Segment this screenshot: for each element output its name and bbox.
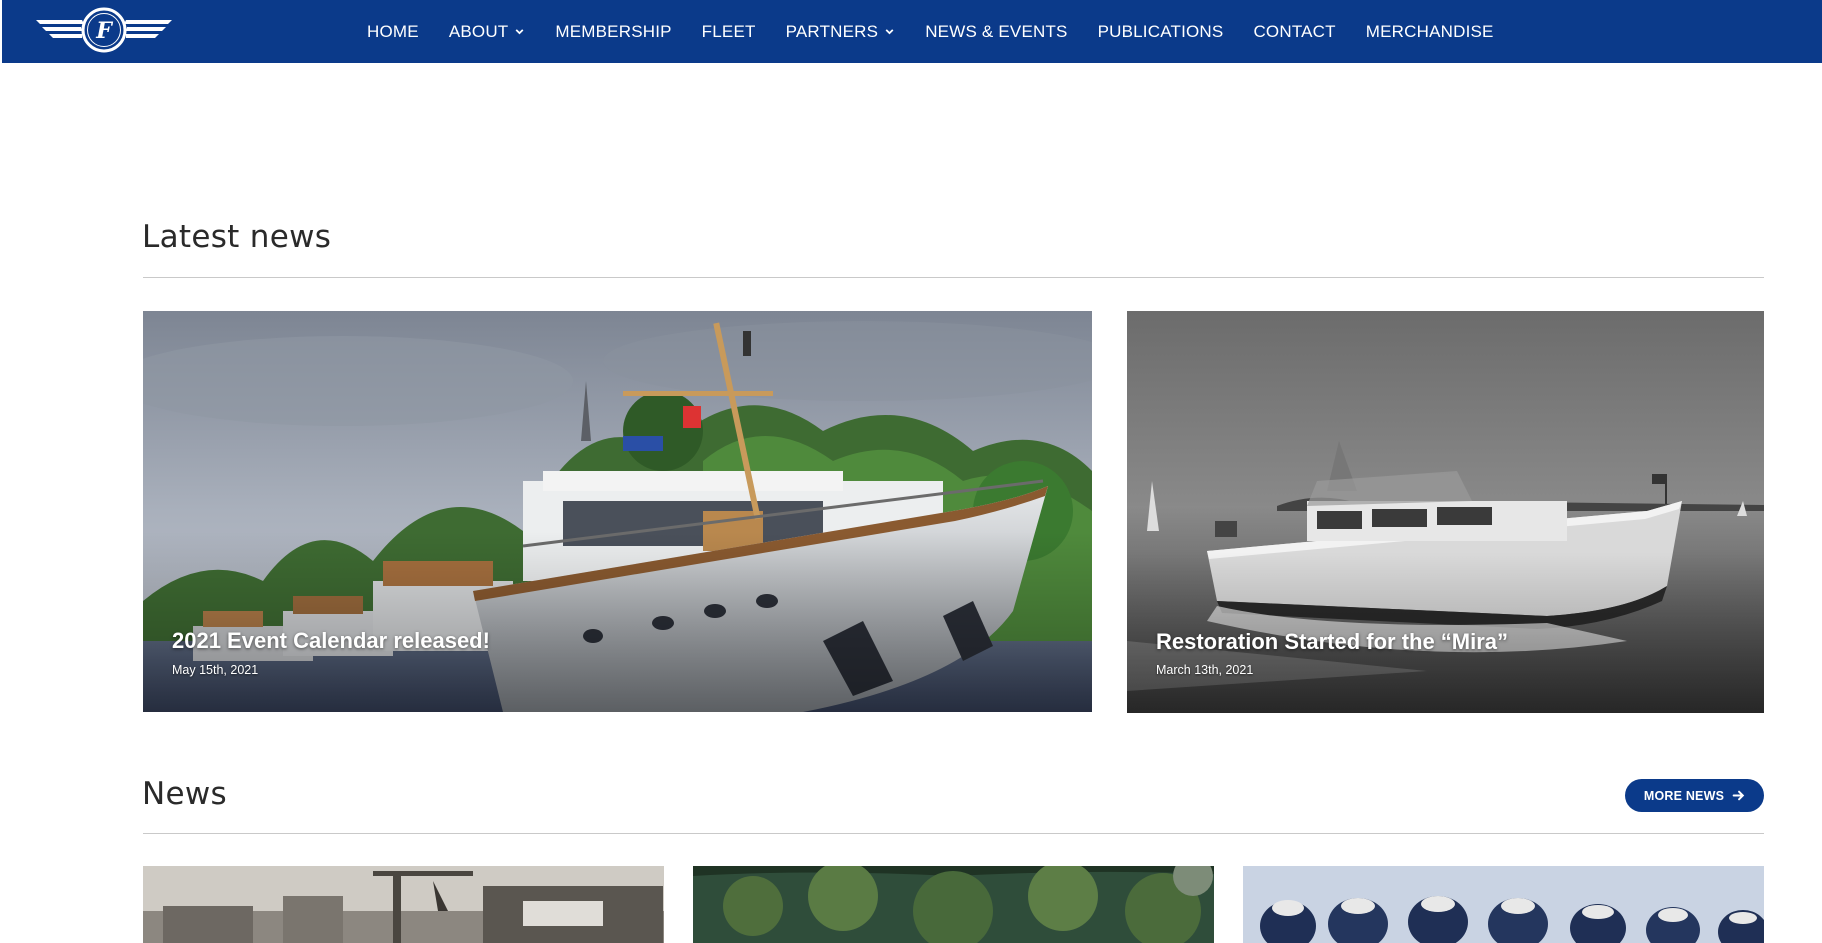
arrow-right-icon — [1732, 790, 1745, 801]
chevron-down-icon — [515, 29, 524, 35]
card-date: March 13th, 2021 — [1156, 663, 1254, 677]
news-thumb-3[interactable] — [1243, 866, 1764, 943]
nav-news-events-label: NEWS & EVENTS — [925, 21, 1068, 41]
top-navbar: F HOME ABOUT MEMBERSHIP FLEET PARTNERS N… — [2, 0, 1822, 63]
nav-about[interactable]: ABOUT — [449, 22, 526, 42]
logo-letter: F — [95, 18, 113, 44]
nav-merchandise[interactable]: MERCHANDISE — [1366, 22, 1494, 42]
news-thumb-1[interactable] — [143, 866, 664, 943]
nav-publications-label: PUBLICATIONS — [1097, 21, 1224, 41]
forested-lake-photo — [693, 866, 1214, 943]
nav-home-label: HOME — [367, 21, 419, 41]
main-nav-menu: HOME ABOUT MEMBERSHIP FLEET PARTNERS NEW… — [367, 0, 1494, 63]
latest-news-heading: Latest news — [142, 219, 332, 255]
news-thumb-2[interactable] — [693, 866, 1214, 943]
news-divider — [143, 833, 1764, 834]
card-title: 2021 Event Calendar released! — [172, 628, 490, 653]
nav-partners-label: PARTNERS — [785, 21, 879, 41]
featured-card-event-calendar[interactable]: 2021 Event Calendar released! May 15th, … — [143, 311, 1092, 712]
featured-card-mira-restoration[interactable]: Restoration Started for the “Mira” March… — [1127, 311, 1764, 713]
nav-fleet-label: FLEET — [701, 21, 756, 41]
shipyard-vintage-photo — [143, 866, 664, 943]
nav-membership-label: MEMBERSHIP — [555, 21, 672, 41]
news-heading: News — [142, 776, 227, 812]
card-date: May 15th, 2021 — [172, 663, 259, 677]
nav-about-label: ABOUT — [448, 21, 509, 41]
more-news-button[interactable]: MORE NEWS — [1625, 779, 1764, 812]
latest-news-divider — [143, 277, 1764, 278]
nav-contact[interactable]: CONTACT — [1253, 22, 1335, 42]
nav-publications[interactable]: PUBLICATIONS — [1098, 22, 1224, 42]
card-title: Restoration Started for the “Mira” — [1156, 629, 1509, 654]
crew-in-caps-photo — [1243, 866, 1764, 943]
chevron-down-icon — [885, 29, 894, 35]
nav-partners[interactable]: PARTNERS — [786, 22, 896, 42]
nav-membership[interactable]: MEMBERSHIP — [555, 22, 671, 42]
more-news-label: MORE NEWS — [1643, 788, 1725, 803]
club-logo[interactable]: F — [32, 6, 176, 56]
nav-fleet[interactable]: FLEET — [702, 22, 756, 42]
nav-merchandise-label: MERCHANDISE — [1365, 21, 1494, 41]
nav-contact-label: CONTACT — [1253, 21, 1336, 41]
nav-news-events[interactable]: NEWS & EVENTS — [925, 22, 1067, 42]
nav-home[interactable]: HOME — [367, 22, 419, 42]
